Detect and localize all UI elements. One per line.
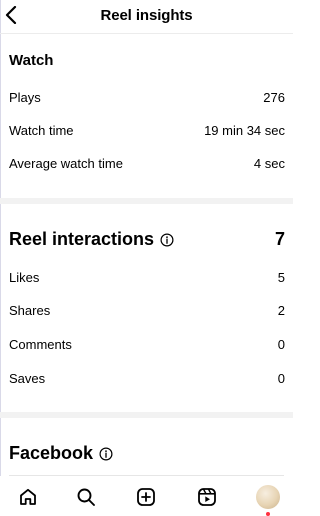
stat-label: Saves: [9, 370, 46, 386]
create-icon: [136, 487, 156, 507]
reel-insights-screen: Reel insights Watch Plays 276 Watch time…: [0, 0, 293, 516]
stat-value: 4 sec: [253, 155, 285, 171]
tab-search[interactable]: [75, 486, 97, 508]
stat-value: 0: [277, 370, 285, 386]
interactions-total: 7: [274, 229, 285, 249]
reels-icon: [197, 487, 217, 507]
tab-home[interactable]: [17, 486, 39, 508]
stat-label: Shares: [9, 302, 51, 318]
stat-value: 0: [277, 336, 285, 352]
stat-label: Watch time: [9, 122, 74, 138]
info-icon[interactable]: [160, 232, 174, 247]
info-icon[interactable]: [99, 446, 113, 461]
stat-label: Average watch time: [9, 155, 123, 171]
stat-label: Plays: [9, 89, 41, 105]
tab-create[interactable]: [135, 486, 157, 508]
stat-row-average-watch-time: Average watch time 4 sec: [9, 153, 285, 173]
stat-row-plays: Plays 276: [9, 87, 285, 107]
search-icon: [76, 487, 96, 507]
stat-value: 5: [277, 269, 285, 285]
section-divider: [0, 412, 293, 418]
profile-avatar[interactable]: [256, 485, 280, 509]
facebook-section-title: Facebook: [9, 443, 113, 464]
stat-value: 19 min 34 sec: [204, 122, 285, 138]
stat-row-watch-time: Watch time 19 min 34 sec: [9, 120, 285, 140]
home-icon: [18, 487, 38, 507]
stat-row-comments: Comments 0: [9, 334, 285, 354]
interactions-section-title: Reel interactions: [9, 229, 174, 250]
stat-label: Likes: [9, 269, 40, 285]
stat-value: 2: [277, 302, 285, 318]
facebook-title-text: Facebook: [9, 443, 94, 463]
header-divider: [0, 33, 293, 34]
stat-row-saves: Saves 0: [9, 368, 285, 388]
top-bar: Reel insights: [0, 0, 293, 33]
notification-dot: [266, 512, 270, 516]
stat-row-shares: Shares 2: [9, 300, 285, 320]
bottom-tab-bar: [0, 476, 293, 516]
watch-section-title: Watch: [9, 52, 54, 69]
tab-reels[interactable]: [196, 486, 218, 508]
section-divider: [0, 198, 293, 204]
stat-value: 276: [263, 89, 285, 105]
interactions-title-text: Reel interactions: [9, 229, 155, 249]
stat-label: Comments: [9, 336, 72, 352]
page-title: Reel insights: [100, 7, 193, 24]
stat-row-likes: Likes 5: [9, 267, 285, 287]
window-edge: [0, 0, 1, 516]
